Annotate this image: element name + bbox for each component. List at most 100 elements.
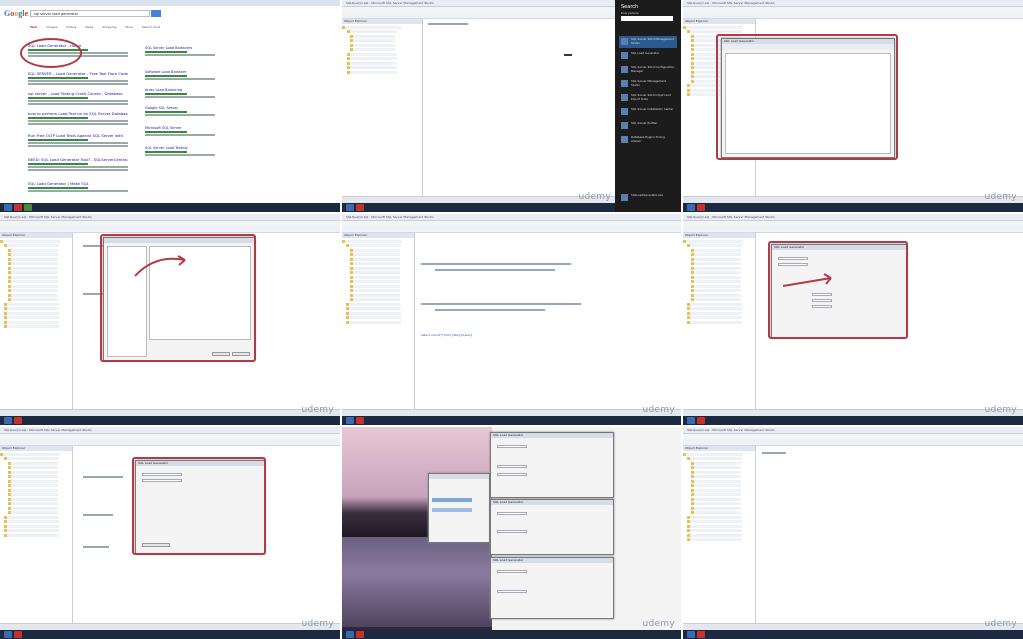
mini-window[interactable] — [428, 473, 490, 543]
server-field[interactable] — [497, 445, 527, 448]
object-explorer[interactable]: Object Explorer — [342, 233, 415, 409]
app-icon[interactable] — [356, 631, 364, 638]
app-icon[interactable] — [687, 631, 695, 638]
tab-videos[interactable]: Videos — [66, 25, 76, 29]
toolbar[interactable] — [683, 12, 1023, 19]
taskbar — [683, 416, 1023, 425]
ad-title[interactable]: SQL Server Load Balancers — [145, 46, 215, 50]
charm-result[interactable]: SQL Server Profiler — [619, 120, 677, 132]
search-result[interactable]: Run Free OLTP Load Tests Against SQL Ser… — [28, 133, 128, 147]
search-result[interactable]: SQL Load Generator | Make SQL — [28, 181, 128, 192]
app-icon[interactable] — [4, 417, 12, 424]
charm-result[interactable]: SQL Server Management Studio — [619, 78, 677, 90]
toolbar[interactable] — [0, 226, 340, 233]
result-title[interactable]: sql server - Load Testing Crash Course -… — [28, 91, 128, 96]
object-explorer[interactable]: Object Explorer — [0, 446, 73, 623]
search-result[interactable]: SQL SERVER – Load Generator – Free Tool … — [28, 71, 128, 85]
app-icon[interactable] — [687, 417, 695, 424]
object-explorer-header: Object Explorer — [683, 233, 755, 238]
app-icon[interactable] — [356, 417, 364, 424]
title-text: SQLQuery1.sql - Microsoft SQL Server Man… — [346, 215, 434, 219]
threads-field[interactable] — [497, 590, 527, 593]
app-icon[interactable] — [697, 631, 705, 638]
threads-field[interactable] — [497, 465, 527, 468]
ad-result[interactable]: Software Load Balancer — [145, 70, 215, 80]
status-bar — [683, 623, 1023, 630]
tab-more[interactable]: More — [125, 25, 132, 29]
app-icon[interactable] — [697, 204, 705, 211]
search-button[interactable] — [151, 10, 161, 17]
charm-search-input[interactable] — [621, 16, 673, 21]
charm-result[interactable]: SQL Load Generator — [619, 50, 677, 62]
app-icon[interactable] — [24, 204, 32, 211]
app-icon[interactable] — [14, 204, 22, 211]
app-icon[interactable] — [346, 204, 354, 211]
watermark: udemy — [984, 192, 1017, 202]
status-bar — [342, 409, 681, 416]
query-editor[interactable]: select count(*) from [dbo].[Users] — [415, 233, 681, 409]
watermark: udemy — [642, 619, 675, 629]
ie-icon[interactable] — [4, 204, 12, 211]
result-title[interactable]: NEED: SQL Load Generator Tool? - SQLServ… — [28, 157, 128, 162]
toolbar[interactable] — [683, 226, 1023, 233]
search-result[interactable]: NEED: SQL Load Generator Tool? - SQLServ… — [28, 157, 128, 171]
load-generator-window[interactable]: SQL Load Generator — [490, 432, 614, 498]
object-explorer[interactable]: Object Explorer — [342, 19, 423, 196]
ad-title[interactable]: Microsoft SQL Server — [145, 126, 215, 130]
result-title[interactable]: SQL Load Generator | Make SQL — [28, 181, 128, 186]
toolbar[interactable] — [0, 439, 340, 446]
tab-images[interactable]: Images — [46, 25, 57, 29]
ad-result[interactable]: SQL Server Load Testing — [145, 146, 215, 156]
ad-title[interactable]: Google SQL Server — [145, 106, 215, 110]
ssms-config-tile: SQLQuery1.sql - Microsoft SQL Server Man… — [683, 214, 1023, 425]
ad-title[interactable]: Software Load Balancer — [145, 70, 215, 74]
result-title[interactable]: Run Free OLTP Load Tests Against SQL Ser… — [28, 133, 128, 138]
load-generator-window[interactable]: SQL Load Generator — [490, 499, 614, 555]
toolbar[interactable] — [342, 226, 681, 233]
object-explorer[interactable]: Object Explorer — [683, 233, 756, 409]
app-icon[interactable] — [697, 417, 705, 424]
ad-title[interactable]: SQL Server Load Testing — [145, 146, 215, 150]
tab-web[interactable]: Web — [30, 25, 37, 29]
threads-field[interactable] — [497, 530, 527, 533]
charm-result[interactable]: SQLLoadGenerator.exe — [619, 192, 677, 204]
search-charm[interactable]: Search Everywhere SQL Server 2014 Manage… — [615, 0, 681, 212]
charm-scope[interactable]: Everywhere — [621, 11, 639, 15]
app-icon[interactable] — [14, 631, 22, 638]
charm-result[interactable]: SQL Server Installation Center — [619, 106, 677, 118]
app-icon[interactable] — [346, 631, 354, 638]
tab-news[interactable]: News — [85, 25, 93, 29]
object-explorer[interactable]: Object Explorer — [683, 446, 756, 623]
search-result[interactable]: how to perform Load Test on an SQL Serve… — [28, 111, 128, 125]
ad-result[interactable]: Microsoft SQL Server — [145, 126, 215, 136]
search-input[interactable]: sql server load generator — [30, 10, 150, 17]
app-icon[interactable] — [346, 417, 354, 424]
query-editor[interactable] — [756, 446, 1023, 623]
app-icon[interactable] — [14, 417, 22, 424]
query-line: select count(*) from [dbo].[Users] — [421, 333, 472, 337]
app-icon[interactable] — [687, 204, 695, 211]
ad-result[interactable]: Array Load Balancing — [145, 88, 215, 98]
ad-result[interactable]: Google SQL Server — [145, 106, 215, 116]
tab-search-tools[interactable]: Search tools — [142, 25, 161, 29]
object-explorer[interactable]: Object Explorer — [0, 233, 73, 409]
charm-result[interactable]: SQL Server 2014 Import and Export Data — [619, 92, 677, 104]
app-icon[interactable] — [4, 631, 12, 638]
charm-result[interactable]: SQL Server 2014 Configuration Manager — [619, 64, 677, 76]
tab-shopping[interactable]: Shopping — [102, 25, 116, 29]
charm-result[interactable]: SQL Server 2014 Management Studio — [619, 36, 677, 48]
server-field[interactable] — [497, 570, 527, 573]
result-title[interactable]: how to perform Load Test on an SQL Serve… — [28, 111, 128, 116]
query-editor[interactable] — [424, 19, 615, 196]
ad-result[interactable]: SQL Server Load Balancers — [145, 46, 215, 56]
app-icon[interactable] — [356, 204, 364, 211]
charm-result[interactable]: Database Engine Tuning Advisor — [619, 134, 677, 146]
taskbar — [683, 630, 1023, 639]
delay-field[interactable] — [497, 473, 527, 476]
search-result[interactable]: sql server - Load Testing Crash Course -… — [28, 91, 128, 105]
load-generator-window[interactable]: SQL Load Generator — [490, 557, 614, 619]
result-title[interactable]: SQL SERVER – Load Generator – Free Tool … — [28, 71, 128, 76]
toolbar[interactable] — [683, 439, 1023, 446]
ad-title[interactable]: Array Load Balancing — [145, 88, 215, 92]
server-field[interactable] — [497, 512, 527, 515]
